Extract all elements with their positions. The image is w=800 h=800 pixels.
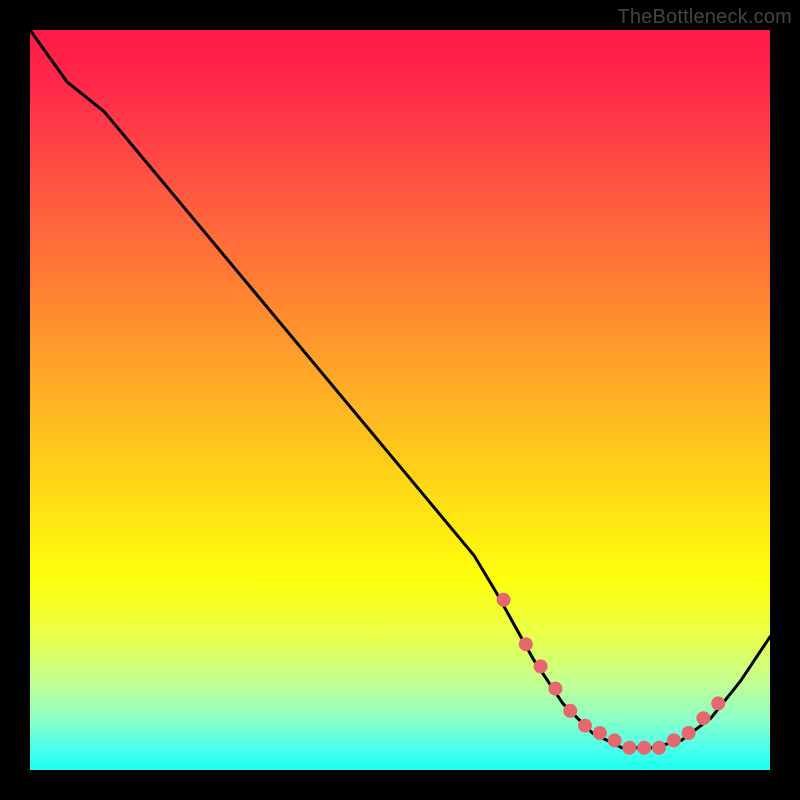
marker-dot: [682, 726, 696, 740]
marker-dot: [696, 711, 710, 725]
marker-dot: [534, 659, 548, 673]
marker-dot: [563, 704, 577, 718]
marker-dot: [519, 637, 533, 651]
marker-dot: [593, 726, 607, 740]
marker-dot: [497, 593, 511, 607]
marker-dot: [637, 741, 651, 755]
curve-layer: [30, 30, 770, 748]
marker-dot: [652, 741, 666, 755]
marker-dot: [667, 733, 681, 747]
marker-layer: [497, 593, 726, 755]
watermark-text: TheBottleneck.com: [617, 6, 792, 29]
bottleneck-curve-line: [30, 30, 770, 748]
curve-svg: [30, 30, 770, 770]
chart-container: TheBottleneck.com: [0, 0, 800, 800]
plot-area: [30, 30, 770, 770]
marker-dot: [622, 741, 636, 755]
marker-dot: [548, 682, 562, 696]
marker-dot: [608, 733, 622, 747]
marker-dot: [578, 719, 592, 733]
marker-dot: [711, 696, 725, 710]
